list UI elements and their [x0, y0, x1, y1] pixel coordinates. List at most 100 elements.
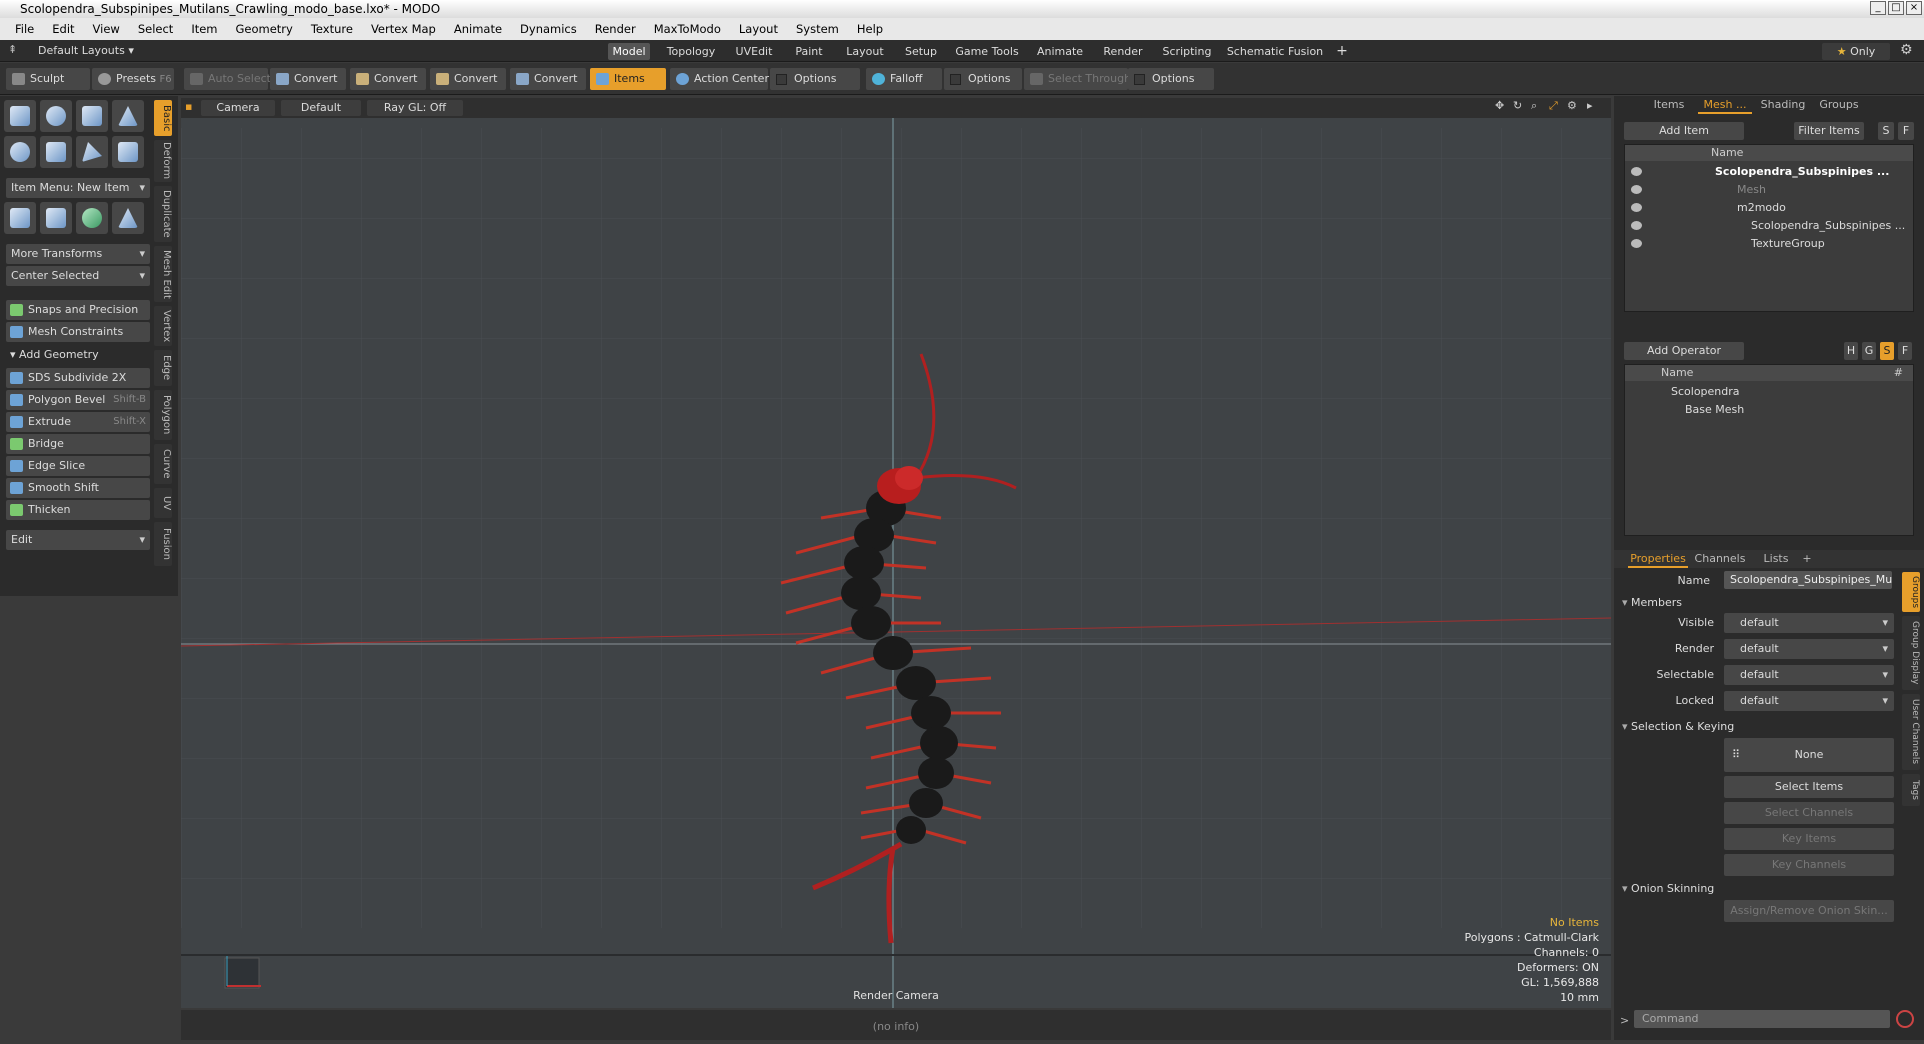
shading-dropdown[interactable]: Default — [281, 100, 361, 116]
tab-game-tools[interactable]: Game Tools — [952, 43, 1022, 60]
falloff-button[interactable]: Falloff — [866, 68, 942, 90]
eye-icon[interactable] — [1631, 221, 1642, 230]
operator-row[interactable]: Base Mesh — [1625, 401, 1913, 419]
eye-icon[interactable] — [1631, 185, 1642, 194]
cone-icon[interactable] — [112, 100, 144, 132]
camera-dropdown[interactable]: Camera — [201, 100, 275, 116]
convert-edges-button[interactable]: Convert — [350, 68, 426, 90]
select-channels-button[interactable]: Select Channels — [1724, 802, 1894, 824]
presets-button[interactable]: Presets F6 — [92, 68, 174, 90]
eye-icon[interactable] — [1631, 203, 1642, 212]
members-section[interactable]: Members — [1622, 596, 1682, 609]
globe-icon[interactable] — [76, 202, 108, 234]
menu-system[interactable]: System — [787, 22, 848, 36]
h-toggle[interactable]: H — [1844, 342, 1858, 360]
key-items-button[interactable]: Key Items — [1724, 828, 1894, 850]
f-operator-toggle[interactable]: F — [1898, 342, 1912, 360]
add-operator-button[interactable]: Add Operator — [1624, 342, 1744, 360]
move-icon[interactable]: ✥ — [1495, 99, 1504, 112]
item-name-field[interactable]: Scolopendra_Subspinipes_Mutilar — [1724, 571, 1892, 589]
tab-properties[interactable]: Properties — [1628, 550, 1688, 568]
vtab-duplicate[interactable]: Duplicate — [154, 186, 172, 242]
tab-shading[interactable]: Shading — [1756, 96, 1810, 114]
side-tab-groups[interactable]: Groups — [1902, 572, 1920, 612]
rotate-icon[interactable]: ↻ — [1513, 99, 1522, 112]
pin-icon[interactable]: ⇞ — [8, 43, 17, 56]
f-toggle[interactable]: F — [1898, 122, 1914, 140]
tree-row[interactable]: Scolopendra_Subspinipes ... — [1625, 217, 1913, 235]
menu-animate[interactable]: Animate — [445, 22, 511, 36]
tab-render[interactable]: Render — [1098, 43, 1148, 60]
close-button[interactable]: × — [1906, 1, 1922, 15]
center-selected-dropdown[interactable]: Center Selected — [6, 266, 150, 286]
side-tab-user-channels[interactable]: User Channels — [1902, 694, 1920, 770]
smooth-shift-button[interactable]: Smooth Shift — [6, 478, 150, 498]
sphere-icon[interactable] — [40, 100, 72, 132]
add-tab-button[interactable]: + — [1332, 43, 1352, 60]
items-mode-button[interactable]: Items — [590, 68, 666, 90]
extrude-button[interactable]: Extrude Shift-X — [6, 412, 150, 432]
menu-texture[interactable]: Texture — [302, 22, 362, 36]
tab-mesh[interactable]: Mesh ... — [1698, 96, 1752, 114]
add-geometry-header[interactable]: ▾ Add Geometry — [10, 348, 99, 361]
mesh-constraints-button[interactable]: Mesh Constraints — [6, 322, 150, 342]
convert-polygons-button[interactable]: Convert — [430, 68, 506, 90]
options-button-3[interactable]: Options — [1128, 68, 1214, 90]
tab-items[interactable]: Items — [1644, 96, 1694, 114]
tree-row[interactable]: Scolopendra_Subspinipes ... — [1625, 163, 1913, 181]
selectable-dropdown[interactable]: default — [1724, 665, 1894, 685]
layout-preset-dropdown[interactable]: Default Layouts ▾ — [38, 44, 134, 57]
viewport-gear-icon[interactable]: ⚙ — [1567, 99, 1577, 112]
more-transforms-dropdown[interactable]: More Transforms — [6, 244, 150, 264]
operator-row[interactable]: Scolopendra — [1625, 383, 1913, 401]
transform-icon[interactable] — [4, 202, 36, 234]
command-input[interactable]: Command — [1634, 1010, 1890, 1028]
tab-model[interactable]: Model — [608, 43, 650, 60]
menu-maxtomodo[interactable]: MaxToModo — [645, 22, 730, 36]
selection-keying-section[interactable]: Selection & Keying — [1622, 720, 1734, 733]
tab-schematic-fusion[interactable]: Schematic Fusion — [1226, 43, 1324, 60]
tab-setup[interactable]: Setup — [898, 43, 944, 60]
vtab-fusion[interactable]: Fusion — [154, 522, 172, 566]
tab-paint[interactable]: Paint — [786, 43, 832, 60]
item-menu-dropdown[interactable]: Item Menu: New Item — [6, 178, 150, 198]
viewport-more-icon[interactable]: ▸ — [1587, 99, 1593, 112]
options-button-2[interactable]: Options — [944, 68, 1022, 90]
menu-help[interactable]: Help — [848, 22, 892, 36]
vtab-basic[interactable]: Basic — [154, 100, 172, 136]
gear-icon[interactable]: ⚙ — [1900, 42, 1913, 58]
menu-geometry[interactable]: Geometry — [227, 22, 302, 36]
menu-edit[interactable]: Edit — [43, 22, 83, 36]
tab-channels[interactable]: Channels — [1692, 550, 1748, 568]
eye-icon[interactable] — [1631, 239, 1642, 248]
only-button[interactable]: ★ Only — [1822, 43, 1890, 60]
tab-scripting[interactable]: Scripting — [1156, 43, 1218, 60]
thicken-button[interactable]: Thicken — [6, 500, 150, 520]
vtab-curve[interactable]: Curve — [154, 444, 172, 484]
add-properties-tab[interactable]: + — [1800, 550, 1814, 568]
tab-uvedit[interactable]: UVEdit — [730, 43, 778, 60]
torus-icon[interactable] — [4, 136, 36, 168]
options-button-1[interactable]: Options — [770, 68, 860, 90]
none-button[interactable]: ⠿ None — [1724, 738, 1894, 772]
menu-dynamics[interactable]: Dynamics — [511, 22, 586, 36]
menu-select[interactable]: Select — [129, 22, 182, 36]
zoom-icon[interactable]: ⌕ — [1531, 99, 1537, 113]
visible-dropdown[interactable]: default — [1724, 613, 1894, 633]
record-icon[interactable] — [1896, 1010, 1914, 1028]
s-operator-toggle[interactable]: S — [1880, 342, 1894, 360]
s-toggle[interactable]: S — [1878, 122, 1894, 140]
menu-render[interactable]: Render — [586, 22, 645, 36]
edit-dropdown[interactable]: Edit — [6, 530, 150, 550]
onion-skinning-section[interactable]: Onion Skinning — [1622, 882, 1714, 895]
menu-file[interactable]: File — [6, 22, 43, 36]
vtab-vertex[interactable]: Vertex — [154, 306, 172, 346]
convert-vertices-button[interactable]: Convert — [270, 68, 346, 90]
render-dropdown[interactable]: default — [1724, 639, 1894, 659]
tab-groups[interactable]: Groups — [1814, 96, 1864, 114]
menu-view[interactable]: View — [84, 22, 129, 36]
vtab-edge[interactable]: Edge — [154, 350, 172, 386]
maximize-button[interactable]: □ — [1888, 1, 1904, 15]
vtab-uv[interactable]: UV — [154, 488, 172, 518]
tab-lists[interactable]: Lists — [1754, 550, 1798, 568]
